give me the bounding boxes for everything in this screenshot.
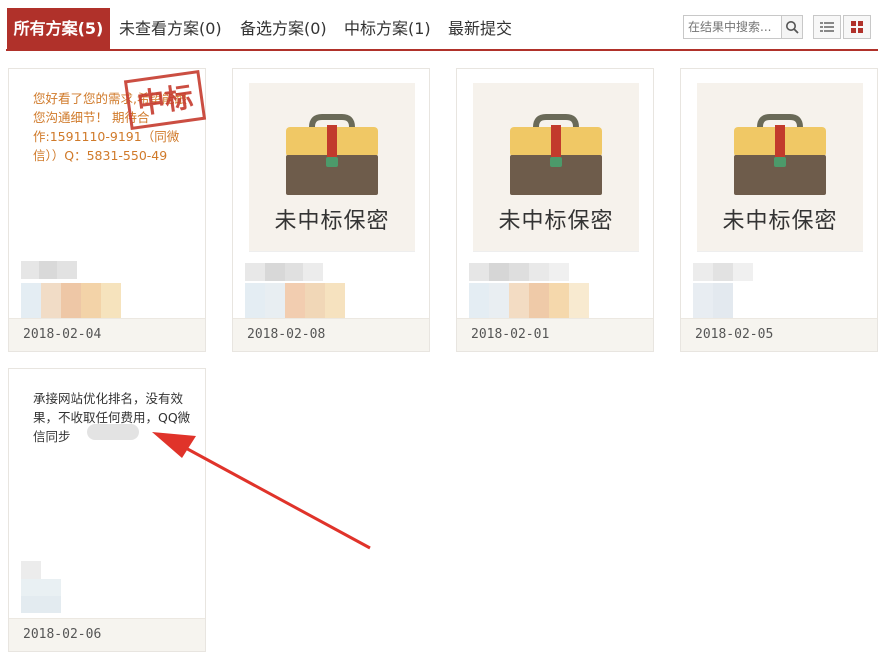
- confidential-thumbnail: 未中标保密: [697, 83, 863, 252]
- tab-bar: 所有方案(5) 未查看方案(0) 备选方案(0) 中标方案(1) 最新提交: [0, 0, 878, 52]
- confidential-label: 未中标保密: [498, 209, 614, 234]
- search-icon: [786, 21, 799, 34]
- grid-view-button[interactable]: [843, 15, 871, 39]
- briefcase-icon: [510, 114, 602, 195]
- blurred-user-name: [693, 263, 753, 281]
- proposal-card[interactable]: 未中标保密 2018-02-05: [680, 68, 878, 352]
- blurred-avatar: [469, 283, 589, 319]
- proposal-card[interactable]: 未中标保密 2018-02-08: [232, 68, 430, 352]
- grid-view-icon: [851, 21, 863, 33]
- confidential-label: 未中标保密: [722, 209, 838, 234]
- list-view-button[interactable]: [813, 15, 841, 39]
- briefcase-icon: [734, 114, 826, 195]
- proposal-card[interactable]: 未中标保密 2018-02-01: [456, 68, 654, 352]
- proposal-date: 2018-02-06: [9, 618, 205, 651]
- tab-bar-underline: [6, 49, 878, 51]
- blurred-avatar: [21, 561, 61, 613]
- proposal-date: 2018-02-05: [681, 318, 877, 351]
- proposal-card[interactable]: 您好看了您的需求,希望能跟您沟通细节！ 期待合作:1591110-9191（同微…: [8, 68, 207, 352]
- blurred-user-name: [469, 263, 569, 281]
- proposal-date: 2018-02-01: [457, 318, 653, 351]
- confidential-label: 未中标保密: [274, 209, 390, 234]
- proposal-date: 2018-02-08: [233, 318, 429, 351]
- tab-unviewed-proposals[interactable]: 未查看方案(0): [119, 8, 222, 49]
- briefcase-icon: [286, 114, 378, 195]
- list-view-icon: [820, 22, 834, 32]
- blurred-avatar: [245, 283, 345, 319]
- tab-winning-proposals[interactable]: 中标方案(1): [344, 8, 431, 49]
- blurred-avatar: [693, 283, 733, 319]
- proposal-card[interactable]: 承接网站优化排名，没有效果，不收取任何费用，QQ微信同步 2018-02-06: [8, 368, 206, 652]
- blurred-user-name: [21, 261, 77, 279]
- search-button[interactable]: [781, 16, 802, 38]
- proposal-date: 2018-02-04: [9, 318, 205, 351]
- search-input[interactable]: [684, 16, 788, 38]
- blurred-contact: [87, 424, 139, 440]
- search-field: [683, 15, 803, 39]
- tab-all-proposals[interactable]: 所有方案(5): [7, 8, 110, 49]
- winning-stamp: 中标: [123, 69, 207, 131]
- blurred-avatar: [21, 283, 121, 319]
- confidential-thumbnail: 未中标保密: [473, 83, 639, 252]
- confidential-thumbnail: 未中标保密: [249, 83, 415, 252]
- tab-shortlisted-proposals[interactable]: 备选方案(0): [240, 8, 327, 49]
- tab-latest-submissions[interactable]: 最新提交: [448, 8, 512, 49]
- blurred-user-name: [245, 263, 323, 281]
